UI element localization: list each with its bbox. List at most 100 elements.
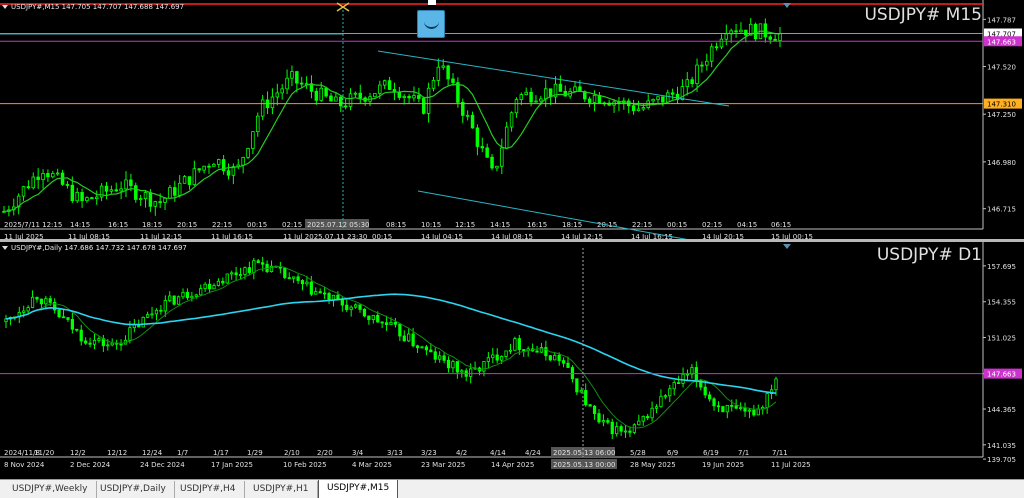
m15-header: USDJPY#,M15 147.705 147.707 147.688 147.… <box>2 3 184 11</box>
collapse-triangle-icon[interactable] <box>2 246 8 250</box>
tab-weekly[interactable]: USDJPY#,Weekly <box>4 481 97 498</box>
m15-chart-panel[interactable]: 147.787147.520147.250146.980146.715146.4… <box>0 0 1024 239</box>
candle-body <box>212 163 216 167</box>
candle-body <box>685 79 690 87</box>
candle-body <box>226 170 231 176</box>
d1-chart-panel[interactable]: 157.695 154.355 151.025 147.663 144.365 141.0… <box>0 242 1024 479</box>
time-label: 08:15 <box>386 221 406 229</box>
candle-body <box>446 65 450 80</box>
candle-body <box>70 184 75 202</box>
candle-body <box>314 291 318 295</box>
time-label: 18:15 <box>562 221 582 229</box>
time-label: 22:15 <box>212 221 232 229</box>
tab-h4[interactable]: USDJPY#,H4 <box>172 481 245 498</box>
time-label: 18:15 <box>142 221 162 229</box>
candle-body <box>110 342 114 346</box>
candle-body <box>768 36 772 40</box>
candle-body <box>187 176 192 185</box>
tab-m15[interactable]: USDJPY#,M15 <box>318 480 399 498</box>
candle-body <box>486 357 490 362</box>
candle-body <box>641 416 645 422</box>
candle-body <box>469 368 473 377</box>
price-tick-label: 146.980 <box>987 159 1016 167</box>
candle-body <box>566 362 570 368</box>
candle-body <box>384 322 389 325</box>
candle-body <box>514 99 519 114</box>
time-label: 4/14 <box>490 449 506 457</box>
candle-body <box>495 354 499 361</box>
candle-body <box>424 346 429 351</box>
candle-body <box>681 373 685 384</box>
candle-body <box>57 309 61 318</box>
candle-body <box>553 354 557 361</box>
candle-body <box>334 96 338 102</box>
candle-body <box>362 308 367 317</box>
candle-body <box>134 185 138 200</box>
candle-body <box>358 92 363 99</box>
candle-body <box>88 342 92 345</box>
tab-h1[interactable]: USDJPY#,H1 <box>245 481 318 498</box>
time-label: 04:15 <box>737 221 757 229</box>
collapse-triangle-icon[interactable] <box>2 5 8 9</box>
date-label: 14 Apr 2025 <box>491 461 534 469</box>
candle-body <box>66 317 70 320</box>
candle-body <box>104 185 109 192</box>
candle-body <box>774 378 778 391</box>
smile-indicator-icon[interactable] <box>417 10 445 38</box>
time-label: 4/24 <box>525 449 541 457</box>
time-label: 20:15 <box>177 221 197 229</box>
candle-body <box>30 296 35 308</box>
price-tick-label: 154.355 <box>987 299 1016 307</box>
candle-body <box>85 197 89 202</box>
candle-body <box>646 416 650 419</box>
candle-body <box>172 295 176 305</box>
candle-body <box>129 179 133 187</box>
d1-symbol-watermark: USDJPY# D1 <box>876 245 982 265</box>
candle-body <box>495 165 499 169</box>
price-tick-label: 147.787 <box>987 16 1016 24</box>
candle-body <box>597 413 601 423</box>
candle-body <box>339 96 343 107</box>
time-label: 1/7 <box>177 449 188 457</box>
candle-body <box>114 189 118 192</box>
candle-body <box>389 321 393 325</box>
tab-daily[interactable]: USDJPY#,Daily <box>92 481 175 498</box>
m15-chart-svg: 147.787147.520147.250146.980146.715146.4… <box>0 0 1022 239</box>
time-label: 3/23 <box>421 449 437 457</box>
candle-body <box>535 350 539 353</box>
candle-body <box>587 98 592 103</box>
candle-body <box>314 90 319 101</box>
d1-ohlc-text: USDJPY#,Daily 147.686 147.732 147.678 14… <box>11 244 187 252</box>
time-label: 12/24 <box>142 449 163 457</box>
candle-body <box>287 277 291 280</box>
candle-body <box>225 273 229 284</box>
candle-body <box>548 355 552 361</box>
candle-body <box>402 335 406 342</box>
candle-body <box>202 165 206 171</box>
candle-body <box>558 83 563 92</box>
candle-body <box>744 29 748 36</box>
candle-body <box>753 23 758 40</box>
candle-body <box>119 188 123 192</box>
candle-body <box>491 354 495 359</box>
date-label: 2025.05.13 00:00 <box>553 461 615 469</box>
candle-body <box>173 187 177 196</box>
candle-body <box>75 192 79 202</box>
candle-body <box>659 395 663 408</box>
date-label: 8 Nov 2024 <box>4 461 45 469</box>
candle-body <box>378 84 382 94</box>
candle-body <box>380 321 384 324</box>
candle-body <box>690 79 694 85</box>
scroll-marker-icon <box>783 244 791 249</box>
time-label: 11/20 <box>34 449 54 457</box>
candle-body <box>252 260 256 273</box>
candle-body <box>763 23 768 38</box>
candle-body <box>256 260 260 264</box>
candle-body <box>349 306 353 310</box>
time-label: 00:15 <box>247 221 267 229</box>
candle-body <box>234 272 238 276</box>
candle-body <box>318 291 322 294</box>
candle-body <box>348 93 353 107</box>
candle-body <box>22 310 26 313</box>
candle-body <box>756 408 760 416</box>
